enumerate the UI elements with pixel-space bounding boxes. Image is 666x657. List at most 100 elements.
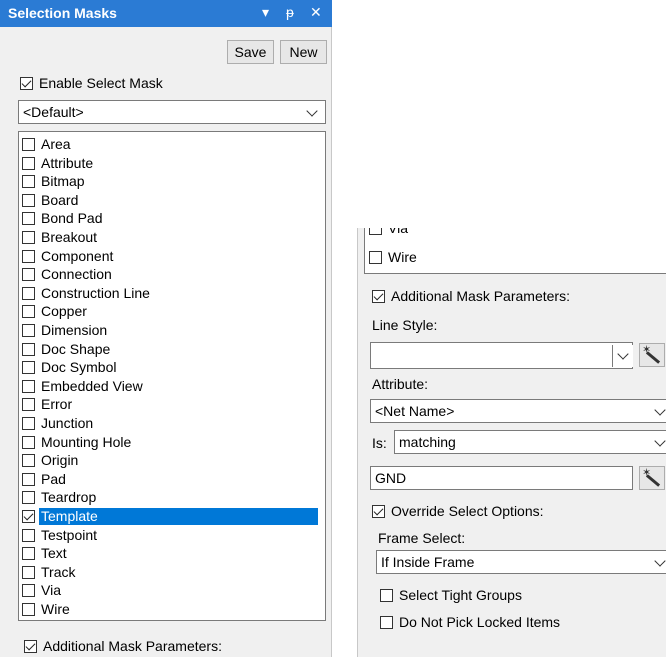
checkbox-box[interactable] [22, 528, 35, 542]
list-item-label: Bitmap [41, 173, 85, 190]
select-tight-groups-checkbox[interactable]: Select Tight Groups [380, 587, 522, 603]
checkbox-box[interactable] [372, 289, 385, 303]
value-input[interactable]: GND [370, 466, 633, 490]
chevron-down-icon[interactable] [654, 404, 666, 416]
checkbox-box[interactable] [22, 584, 35, 598]
list-item[interactable]: Area [22, 136, 73, 153]
checkbox-box[interactable] [22, 231, 35, 244]
checkbox-box[interactable] [22, 510, 35, 523]
mask-preset-dropdown[interactable]: <Default> [18, 100, 326, 124]
list-item-label: Doc Symbol [41, 359, 117, 376]
list-item[interactable]: Teardrop [22, 489, 98, 506]
checkbox-box[interactable] [22, 565, 35, 579]
checkbox-box[interactable] [22, 398, 35, 412]
list-item[interactable]: Template [22, 508, 318, 525]
save-button[interactable]: Save [227, 40, 274, 64]
checkbox-box[interactable] [22, 193, 35, 207]
list-item[interactable]: Origin [22, 452, 80, 469]
list-item[interactable]: Board [22, 192, 80, 209]
list-item[interactable]: Text [22, 545, 69, 562]
list-item[interactable]: Via [369, 228, 410, 237]
checkbox-box[interactable] [22, 547, 35, 561]
override-select-options-checkbox[interactable]: Override Select Options: [372, 503, 544, 519]
list-item[interactable]: Mounting Hole [22, 434, 133, 451]
checkbox-box[interactable] [20, 76, 33, 90]
checkbox-box[interactable] [22, 212, 35, 226]
checkbox-box[interactable] [372, 504, 385, 518]
line-style-chevron-button[interactable] [612, 345, 633, 367]
list-item[interactable]: Pad [22, 471, 68, 488]
checkbox-box[interactable] [22, 379, 35, 393]
checkbox-box[interactable] [22, 342, 35, 356]
new-button[interactable]: New [280, 40, 327, 64]
list-item-label: Track [41, 563, 76, 580]
attribute-dropdown[interactable]: <Net Name> [370, 399, 666, 423]
list-item[interactable]: Embedded View [22, 378, 145, 395]
list-item-label: Doc Shape [41, 340, 111, 357]
list-item[interactable]: Construction Line [22, 285, 152, 302]
checkbox-box[interactable] [22, 305, 35, 319]
list-item[interactable]: Attribute [22, 155, 95, 172]
checkbox-box[interactable] [22, 472, 35, 486]
line-style-dropdown[interactable] [370, 342, 633, 369]
mask-type-list[interactable]: Area Attribute Bitmap Board Bond Pad Breakout… [18, 131, 326, 621]
list-item[interactable]: Error [22, 396, 74, 413]
checkbox-box[interactable] [22, 286, 35, 300]
close-icon[interactable]: ✕ [310, 4, 322, 21]
checkbox-box[interactable] [22, 175, 35, 189]
chevron-down-icon[interactable] [306, 105, 318, 117]
checkbox-box[interactable] [369, 228, 382, 235]
line-style-wand-button[interactable]: ✶ [639, 343, 665, 367]
frame-select-dropdown[interactable]: If Inside Frame [376, 550, 666, 574]
list-item-label: Testpoint [41, 526, 98, 543]
list-item[interactable]: Wire [369, 249, 419, 266]
list-item[interactable]: Junction [22, 415, 95, 432]
checkbox-box[interactable] [22, 603, 35, 616]
mask-preset-value: <Default> [23, 104, 84, 120]
list-item[interactable]: Wire [22, 601, 72, 618]
list-item[interactable]: Breakout [22, 229, 99, 246]
checkbox-box[interactable] [22, 435, 35, 449]
checkbox-box[interactable] [22, 324, 35, 337]
checkbox-box[interactable] [380, 588, 393, 602]
checkbox-box[interactable] [22, 156, 35, 170]
checkbox-box[interactable] [369, 251, 382, 264]
list-item-label: Via [388, 228, 408, 236]
chevron-down-icon[interactable] [654, 435, 666, 447]
checkbox-box[interactable] [22, 361, 35, 375]
list-item[interactable]: Dimension [22, 322, 109, 339]
additional-mask-parameters-checkbox[interactable]: Additional Mask Parameters: [24, 638, 222, 654]
line-style-label: Line Style: [372, 317, 438, 333]
list-item[interactable]: Testpoint [22, 527, 99, 544]
is-operator-dropdown[interactable]: matching [394, 430, 666, 454]
do-not-pick-locked-items-checkbox[interactable]: Do Not Pick Locked Items [380, 614, 560, 630]
list-item[interactable]: Component [22, 248, 115, 265]
checkbox-box[interactable] [24, 639, 37, 653]
list-item[interactable]: Bond Pad [22, 210, 105, 227]
list-item[interactable]: Copper [22, 303, 89, 320]
list-item[interactable]: Via [22, 582, 63, 599]
checkbox-box[interactable] [22, 491, 35, 505]
chevron-down-icon[interactable] [617, 348, 629, 360]
list-item[interactable]: Doc Shape [22, 341, 112, 358]
selection-masks-panel-scrolled: Via Wire Additional Mask Parameters: Lin… [357, 228, 666, 657]
value-wand-button[interactable]: ✶ [639, 466, 665, 490]
checkbox-box[interactable] [22, 249, 35, 263]
list-item-label: Pad [41, 470, 66, 487]
additional-mask-parameters-checkbox[interactable]: Additional Mask Parameters: [372, 288, 570, 304]
list-item[interactable]: Track [22, 564, 77, 581]
checkbox-box[interactable] [22, 417, 35, 430]
enable-select-mask-checkbox[interactable]: Enable Select Mask [20, 75, 163, 91]
checkbox-box[interactable] [380, 615, 393, 629]
checkbox-box[interactable] [22, 268, 35, 282]
checkbox-box[interactable] [22, 454, 35, 468]
panel-menu-dropdown-icon[interactable]: ▾ [262, 4, 269, 21]
list-item[interactable]: Connection [22, 266, 114, 283]
checkbox-box[interactable] [22, 138, 35, 151]
mask-type-list-scrolled[interactable]: Via Wire [364, 228, 666, 274]
pin-icon[interactable]: ᵽ [286, 4, 294, 20]
list-item[interactable]: Doc Symbol [22, 359, 118, 376]
list-item[interactable]: Bitmap [22, 173, 87, 190]
chevron-down-icon[interactable] [654, 555, 666, 567]
list-item-label: Component [41, 247, 114, 264]
